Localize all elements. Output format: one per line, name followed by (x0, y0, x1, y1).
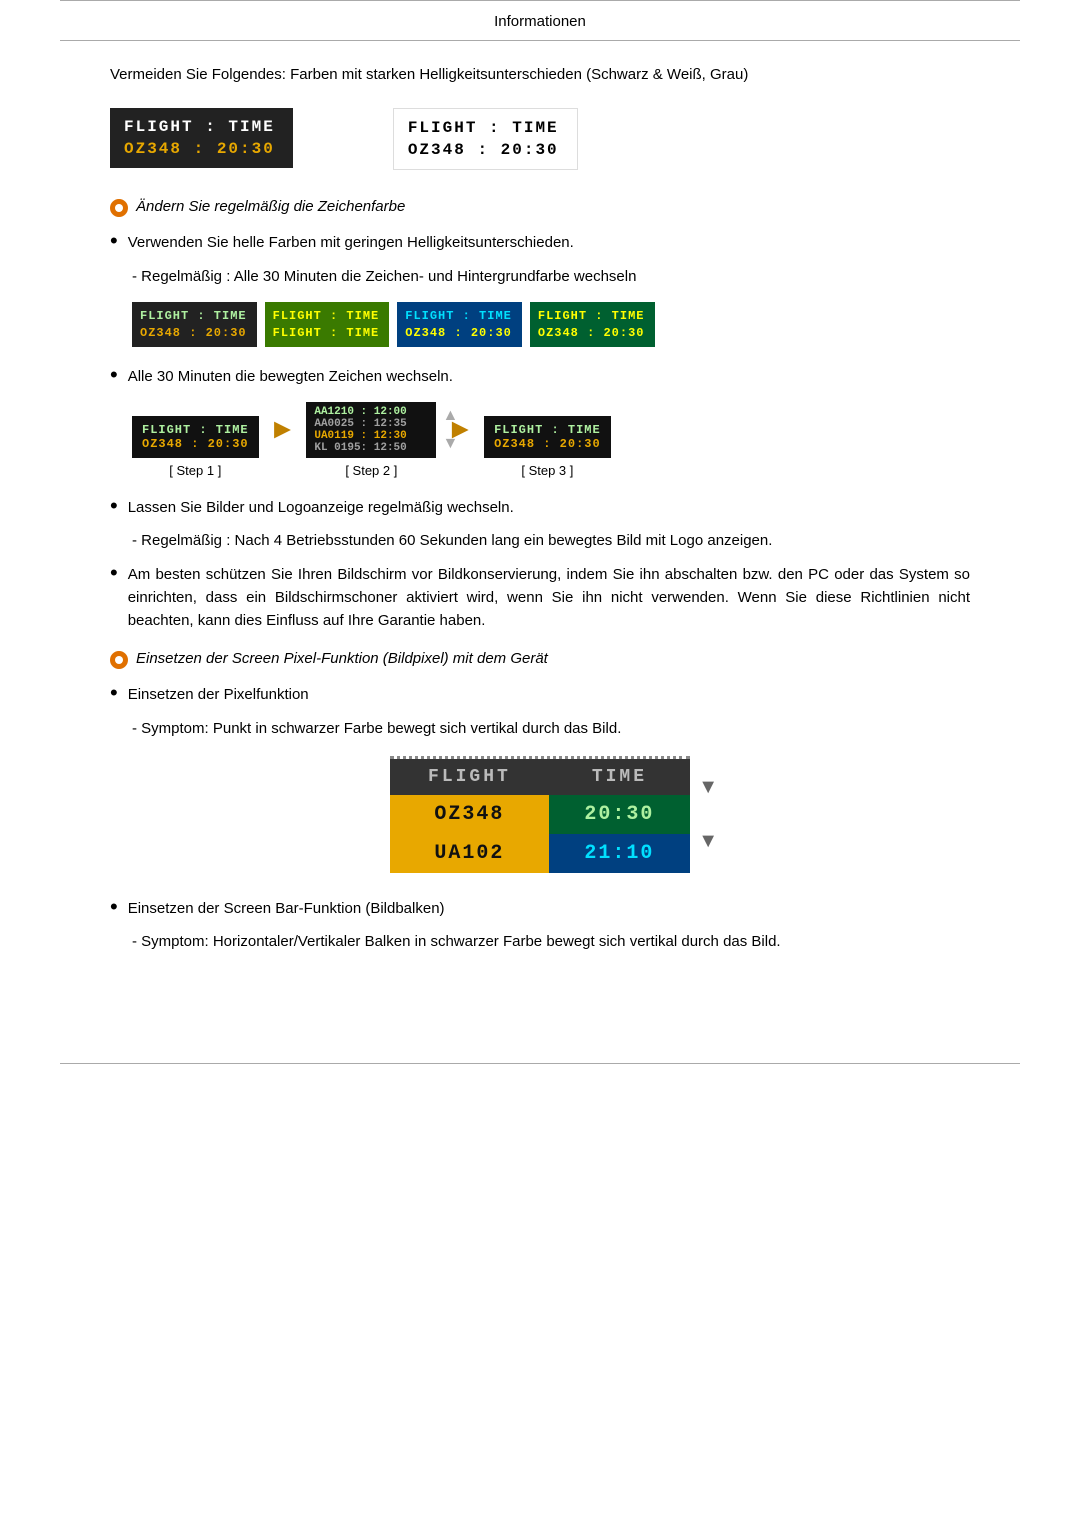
bullet-item-1: • Verwenden Sie helle Farben mit geringe… (110, 231, 970, 254)
bullet-item-4: • Am besten schützen Sie Ihren Bildschir… (110, 563, 970, 633)
step2-line2: AA0025 : 12:35 (314, 418, 428, 430)
section2-bullet-text-1: Einsetzen der Pixelfunktion (128, 683, 309, 706)
step2-arrows: ▲ ▼ (443, 402, 459, 458)
pixel-demo-container: FLIGHT TIME OZ348 20:30 UA102 21:10 ▼ (390, 756, 690, 873)
pixel-table-row-1: OZ348 20:30 (390, 795, 690, 834)
arrow-1: ► (269, 413, 297, 445)
step1-display: FLIGHT : TIME OZ348 : 20:30 (132, 416, 259, 458)
section2-title: Einsetzen der Screen Pixel-Funktion (Bil… (136, 650, 548, 667)
color-box-2-r2: FLIGHT : TIME (273, 326, 380, 340)
light-row2: OZ348 : 20:30 (408, 141, 559, 159)
color-box-3: FLIGHT : TIME OZ348 : 20:30 (397, 302, 522, 347)
orange-bullet-2 (110, 651, 128, 669)
section1-header: Ändern Sie regelmäßig die Zeichenfarbe (110, 198, 970, 217)
bullet-dot-1: • (110, 229, 118, 253)
bullet-text-2: Alle 30 Minuten die bewegten Zeichen wec… (128, 365, 453, 388)
step-box-3: FLIGHT : TIME OZ348 : 20:30 [ Step 3 ] (484, 416, 611, 478)
step3-display: FLIGHT : TIME OZ348 : 20:30 (484, 416, 611, 458)
color-box-1: FLIGHT : TIME OZ348 : 20:30 (132, 302, 257, 347)
step-box-1: FLIGHT : TIME OZ348 : 20:30 [ Step 1 ] (132, 416, 259, 478)
bullet-item-3: • Lassen Sie Bilder und Logoanzeige rege… (110, 496, 970, 519)
section2-sub-bullet-1: - Symptom: Punkt in schwarzer Farbe bewe… (132, 717, 970, 740)
section1-title: Ändern Sie regelmäßig die Zeichenfarbe (136, 198, 405, 215)
sub-bullet-3: - Regelmäßig : Nach 4 Betriebsstunden 60… (132, 529, 970, 552)
pixel-table-header-row: FLIGHT TIME (390, 759, 690, 795)
intro-text: Vermeiden Sie Folgendes: Farben mit star… (110, 63, 970, 86)
step-demo-row: FLIGHT : TIME OZ348 : 20:30 [ Step 1 ] ►… (132, 402, 970, 478)
dark-row1: FLIGHT : TIME (124, 118, 275, 136)
pixel-header-time: TIME (549, 759, 690, 795)
section2-header: Einsetzen der Screen Pixel-Funktion (Bil… (110, 650, 970, 669)
pixel-row2-col1: UA102 (390, 834, 549, 873)
section2-bullet-text-2: Einsetzen der Screen Bar-Funktion (Bildb… (128, 897, 445, 920)
pixel-arrows: ▼ ▼ (698, 756, 718, 873)
light-row1: FLIGHT : TIME (408, 119, 559, 137)
section2-bullet-dot-1: • (110, 681, 118, 705)
step3-label: [ Step 3 ] (521, 463, 573, 478)
step1-r2: OZ348 : 20:30 (142, 437, 249, 451)
section2-bullet-dot-2: • (110, 895, 118, 919)
pixel-arrow-1: ▼ (698, 776, 718, 799)
pixel-arrow-2: ▼ (698, 830, 718, 853)
pixel-demo-table: FLIGHT TIME OZ348 20:30 UA102 21:10 (390, 759, 690, 873)
dark-row2: OZ348 : 20:30 (124, 140, 275, 158)
pixel-row1-col2: 20:30 (549, 795, 690, 834)
color-box-2-r1: FLIGHT : TIME (273, 309, 380, 323)
flight-box-dark: FLIGHT : TIME OZ348 : 20:30 (110, 108, 293, 168)
section2-bullet-2: • Einsetzen der Screen Bar-Funktion (Bil… (110, 897, 970, 920)
step3-r1: FLIGHT : TIME (494, 423, 601, 437)
color-box-3-r1: FLIGHT : TIME (405, 309, 512, 323)
step2-display: AA1210 : 12:00 AA0025 : 12:35 UA0119 : 1… (306, 402, 436, 458)
bullet-dot-3: • (110, 494, 118, 518)
bullet-dot-2: • (110, 363, 118, 387)
bottom-divider (60, 1063, 1020, 1064)
page-title: Informationen (0, 1, 1080, 40)
pixel-table-row-2: UA102 21:10 (390, 834, 690, 873)
step1-r1: FLIGHT : TIME (142, 423, 249, 437)
pixel-row1-col1: OZ348 (390, 795, 549, 834)
bullet-dot-4: • (110, 561, 118, 585)
bullet-text-4: Am besten schützen Sie Ihren Bildschirm … (128, 563, 970, 633)
color-box-2: FLIGHT : TIME FLIGHT : TIME (265, 302, 390, 347)
color-box-4-r2: OZ348 : 20:30 (538, 326, 645, 340)
orange-bullet-1 (110, 199, 128, 217)
step2-label: [ Step 2 ] (345, 463, 397, 478)
section2-sub-bullet-2: - Symptom: Horizontaler/Vertikaler Balke… (132, 930, 970, 953)
pixel-demo-wrapper: FLIGHT TIME OZ348 20:30 UA102 21:10 ▼ (110, 756, 970, 873)
step1-label: [ Step 1 ] (169, 463, 221, 478)
step3-r2: OZ348 : 20:30 (494, 437, 601, 451)
flight-box-light: FLIGHT : TIME OZ348 : 20:30 (393, 108, 578, 170)
color-demo-row: FLIGHT : TIME OZ348 : 20:30 FLIGHT : TIM… (132, 302, 970, 347)
bullet-item-2: • Alle 30 Minuten die bewegten Zeichen w… (110, 365, 970, 388)
step-box-2: AA1210 : 12:00 AA0025 : 12:35 UA0119 : 1… (306, 402, 436, 478)
pixel-row2-col2: 21:10 (549, 834, 690, 873)
section2-bullet-1: • Einsetzen der Pixelfunktion (110, 683, 970, 706)
sub-bullet-1: - Regelmäßig : Alle 30 Minuten die Zeich… (132, 265, 970, 288)
pixel-header-flight: FLIGHT (390, 759, 549, 795)
color-box-1-r2: OZ348 : 20:30 (140, 326, 247, 340)
bullet-text-1: Verwenden Sie helle Farben mit geringen … (128, 231, 574, 254)
top-divider2 (60, 40, 1020, 41)
step2-arrow-bottom: ▼ (443, 435, 459, 453)
color-box-3-r2: OZ348 : 20:30 (405, 326, 512, 340)
page-container: Informationen Vermeiden Sie Folgendes: F… (0, 0, 1080, 1527)
content-area: Vermeiden Sie Folgendes: Farben mit star… (0, 63, 1080, 1023)
step2-line3: UA0119 : 12:30 (314, 430, 428, 442)
step2-arrow-top: ▲ (443, 407, 459, 425)
color-box-1-r1: FLIGHT : TIME (140, 309, 247, 323)
step2-line1: AA1210 : 12:00 (314, 406, 428, 418)
demo-row-1: FLIGHT : TIME OZ348 : 20:30 FLIGHT : TIM… (110, 108, 970, 170)
step2-line4: KL 0195: 12:50 (314, 442, 428, 454)
bullet-text-3: Lassen Sie Bilder und Logoanzeige regelm… (128, 496, 514, 519)
color-box-4-r1: FLIGHT : TIME (538, 309, 645, 323)
color-box-4: FLIGHT : TIME OZ348 : 20:30 (530, 302, 655, 347)
